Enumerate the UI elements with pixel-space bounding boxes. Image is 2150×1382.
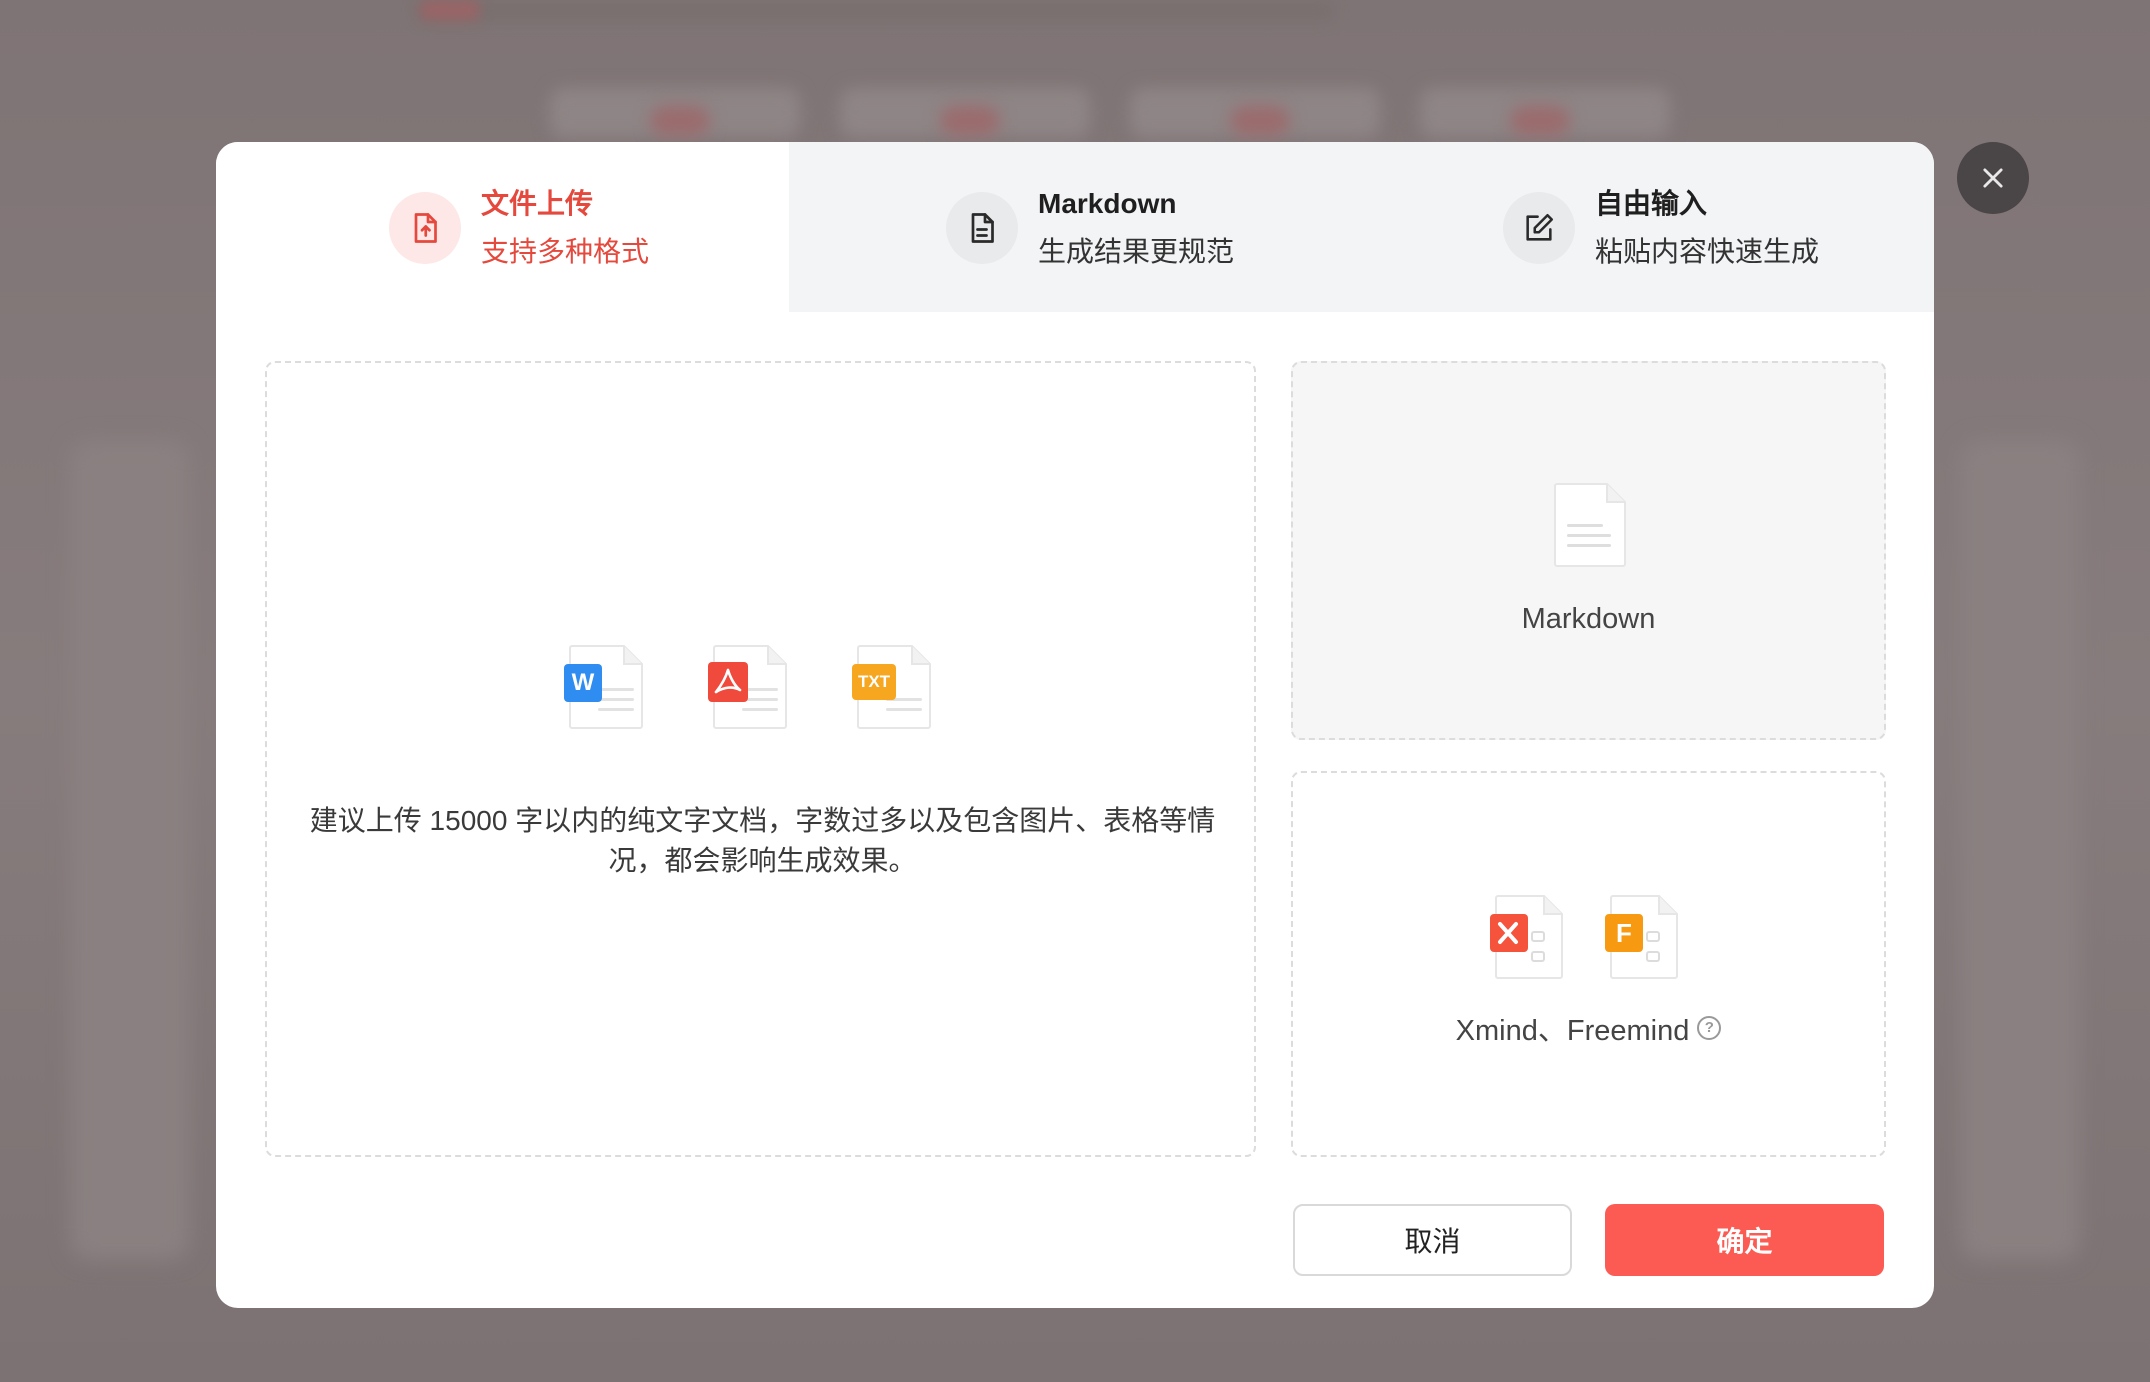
background-panel bbox=[70, 440, 190, 1260]
background-header bbox=[415, 0, 1335, 22]
tab-title: 文件上传 bbox=[481, 188, 594, 219]
import-mode-tabs: 文件上传 支持多种格式 Markdown 生成结果更规范 自由输入 粘贴内容快速… bbox=[216, 142, 1934, 312]
txt-badge: TXT bbox=[857, 672, 891, 691]
word-file-icon: W bbox=[562, 644, 644, 735]
tab-markdown[interactable]: Markdown 生成结果更规范 bbox=[789, 142, 1362, 312]
tab-title: 自由输入 bbox=[1595, 188, 1708, 219]
background-dot bbox=[1230, 106, 1290, 136]
import-dialog: 文件上传 支持多种格式 Markdown 生成结果更规范 自由输入 粘贴内容快速… bbox=[216, 142, 1934, 1308]
mindmap-option-label: Xmind、Freemind bbox=[1455, 1015, 1690, 1047]
markdown-option-label: Markdown bbox=[1521, 603, 1656, 635]
upload-description: 建议上传 15000 字以内的纯文字文档，字数过多以及包含图片、表格等情况，都会… bbox=[309, 805, 1216, 876]
background-dot bbox=[1510, 106, 1570, 136]
pdf-file-icon bbox=[706, 644, 788, 735]
background-dot bbox=[940, 106, 1000, 136]
document-lines-icon bbox=[946, 192, 1018, 264]
freemind-badge: F bbox=[1616, 918, 1632, 948]
background-panel bbox=[1960, 440, 2080, 1260]
tab-title: Markdown bbox=[1038, 188, 1177, 219]
word-badge: W bbox=[571, 669, 595, 696]
markdown-file-icon bbox=[1551, 482, 1627, 573]
tab-subtitle: 生成结果更规范 bbox=[1038, 236, 1235, 267]
background-logo bbox=[420, 0, 480, 20]
mindmap-upload-option[interactable]: F Xmind、Freemind ? bbox=[1291, 771, 1886, 1157]
close-icon bbox=[1983, 168, 2003, 188]
file-drop-zone[interactable]: W TXT 建议上传 15000 字以内的纯文字文档，字数过多以及包含图片、表格… bbox=[265, 361, 1256, 1157]
tab-free-input[interactable]: 自由输入 粘贴内容快速生成 bbox=[1362, 142, 1934, 312]
tab-subtitle: 粘贴内容快速生成 bbox=[1595, 236, 1820, 267]
txt-file-icon: TXT bbox=[850, 644, 932, 735]
xmind-file-icon bbox=[1488, 894, 1564, 985]
background-dot bbox=[650, 106, 710, 136]
tab-file-upload[interactable]: 文件上传 支持多种格式 bbox=[216, 142, 789, 312]
file-upload-icon bbox=[389, 192, 461, 264]
tab-subtitle: 支持多种格式 bbox=[481, 236, 650, 267]
mindmap-label-row: Xmind、Freemind ? bbox=[1293, 1007, 1884, 1049]
freemind-file-icon: F bbox=[1603, 894, 1679, 985]
confirm-button[interactable]: 确定 bbox=[1605, 1204, 1884, 1276]
cancel-button[interactable]: 取消 bbox=[1293, 1204, 1572, 1276]
close-button[interactable] bbox=[1957, 142, 2029, 214]
markdown-upload-option[interactable]: Markdown bbox=[1291, 361, 1886, 740]
edit-icon bbox=[1503, 192, 1575, 264]
help-circle-icon[interactable]: ? bbox=[1697, 1016, 1722, 1040]
